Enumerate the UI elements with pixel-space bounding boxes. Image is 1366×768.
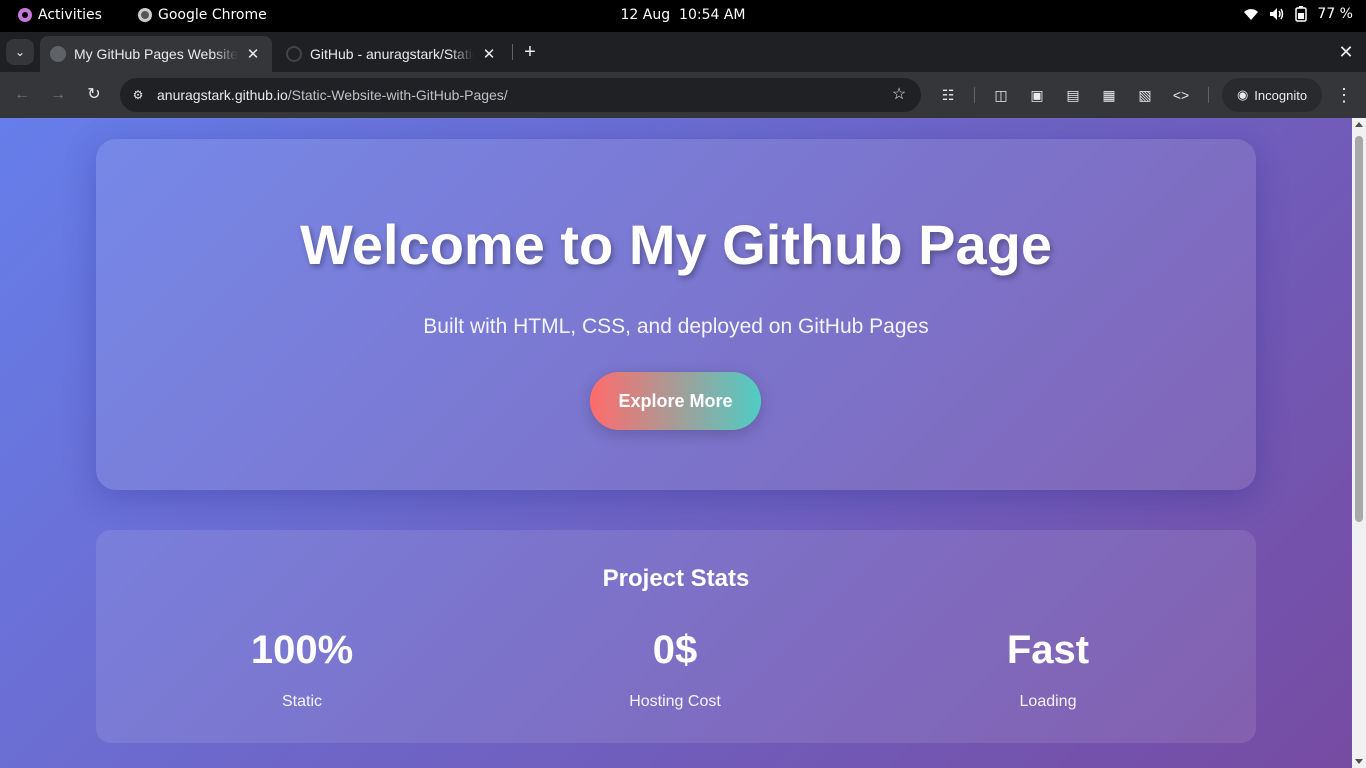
tab-title: My GitHub Pages Website: [74, 46, 238, 62]
address-bar[interactable]: ⚙ anuragstark.github.io/Static-Website-w…: [120, 78, 921, 112]
explore-more-button[interactable]: Explore More: [590, 372, 761, 430]
arrow-left-icon: ←: [14, 86, 30, 103]
chevron-down-icon: ⌄: [14, 45, 26, 59]
tab-strip: ⌄ My GitHub Pages Website ✕ GitHub - anu…: [0, 32, 1366, 72]
project-stats-card: Project Stats 100% Static 0$ Hosting Cos…: [96, 530, 1256, 743]
tab-search-button[interactable]: ⌄: [6, 39, 34, 65]
stats-heading: Project Stats: [602, 565, 750, 592]
site-info-icon[interactable]: ⚙: [128, 85, 148, 105]
stat-label: Static: [281, 693, 322, 710]
stat-item: 100% Static: [152, 627, 452, 711]
battery-percent: 77 %: [1317, 6, 1353, 22]
volume-icon: [1270, 8, 1284, 20]
tab-active[interactable]: My GitHub Pages Website ✕: [40, 36, 272, 72]
system-tray[interactable]: 77 %: [1243, 6, 1353, 22]
new-tab-button[interactable]: +: [518, 39, 542, 65]
tab-close-icon[interactable]: ✕: [480, 45, 498, 63]
scrollbar-thumb[interactable]: [1355, 136, 1363, 522]
forward-button[interactable]: →: [46, 83, 70, 107]
stat-value: 0$: [652, 628, 698, 672]
incognito-profile-button[interactable]: ◉ Incognito: [1222, 78, 1322, 112]
hero-title: Welcome to My Github Page: [300, 213, 1052, 276]
incognito-icon: ◉: [1236, 87, 1249, 102]
extensions-icon[interactable]: ☷: [938, 85, 958, 105]
scroll-up-arrow-icon[interactable]: [1355, 122, 1363, 127]
reading-mode-icon[interactable]: ▤: [1063, 85, 1083, 105]
app-menu[interactable]: Google Chrome: [138, 7, 267, 23]
reload-button[interactable]: ↻: [82, 83, 106, 107]
side-panel-icon[interactable]: ◫: [991, 85, 1011, 105]
activities-button[interactable]: Activities: [18, 7, 102, 23]
page-viewport: Welcome to My Github Page Built with HTM…: [0, 118, 1352, 768]
translate-icon[interactable]: ▧: [1135, 85, 1155, 105]
chrome-icon: [138, 8, 152, 22]
screenshot-icon[interactable]: ▣: [1027, 85, 1047, 105]
reload-icon: ↻: [87, 86, 101, 103]
stat-value: Fast: [1006, 628, 1090, 672]
url-host: anuragstark.github.io: [157, 87, 288, 103]
wifi-icon: [1244, 9, 1259, 20]
tab-inactive[interactable]: GitHub - anuragstark/Static-Website-with…: [276, 36, 508, 72]
browser-menu-button[interactable]: ⋮: [1334, 83, 1354, 107]
clock-button[interactable]: 12 Aug 10:54 AM: [621, 7, 746, 23]
gnome-logo-icon: [18, 8, 32, 22]
stat-item: 0$ Hosting Cost: [525, 627, 825, 711]
page-scrollbar[interactable]: [1352, 118, 1366, 768]
battery-icon: [1295, 6, 1308, 22]
arrow-right-icon: →: [50, 86, 66, 103]
stat-label: Hosting Cost: [629, 693, 721, 710]
github-favicon-icon: [286, 46, 302, 62]
code-view-icon[interactable]: <>: [1171, 85, 1191, 105]
back-button[interactable]: ←: [10, 83, 34, 107]
plus-icon: +: [524, 41, 536, 63]
hero-card: Welcome to My Github Page Built with HTM…: [96, 139, 1256, 490]
tab-separator: [512, 44, 513, 60]
toolbar-separator: [974, 87, 975, 103]
window-close-button[interactable]: ✕: [1336, 39, 1356, 65]
close-icon: ✕: [1338, 42, 1354, 62]
system-top-bar: Activities Google Chrome 12 Aug 10:54 AM…: [0, 0, 1366, 32]
incognito-label: Incognito: [1254, 87, 1308, 103]
stat-value: 100%: [250, 628, 354, 672]
stat-label: Loading: [1019, 693, 1077, 710]
url-text[interactable]: anuragstark.github.io/Static-Website-wit…: [157, 87, 508, 103]
tab-close-icon[interactable]: ✕: [244, 45, 262, 63]
qr-code-icon[interactable]: ▦: [1099, 85, 1119, 105]
activities-label: Activities: [38, 7, 102, 23]
url-path: /Static-Website-with-GitHub-Pages/: [287, 87, 508, 103]
bookmark-star-icon[interactable]: ☆: [889, 85, 909, 105]
date-label: 12 Aug: [620, 7, 671, 23]
toolbar-separator: [1208, 87, 1209, 103]
tab-title: GitHub - anuragstark/Static-Website-with…: [310, 46, 474, 62]
more-vertical-icon: ⋮: [1335, 85, 1353, 105]
globe-favicon-icon: [50, 46, 66, 62]
hero-subtitle: Built with HTML, CSS, and deployed on Gi…: [423, 315, 929, 338]
time-label: 10:54 AM: [679, 7, 746, 23]
browser-toolbar: ← → ↻ ⚙ anuragstark.github.io/Static-Web…: [0, 72, 1366, 118]
scroll-down-arrow-icon[interactable]: [1355, 759, 1363, 764]
stat-item: Fast Loading: [898, 627, 1198, 711]
app-name: Google Chrome: [158, 7, 267, 23]
